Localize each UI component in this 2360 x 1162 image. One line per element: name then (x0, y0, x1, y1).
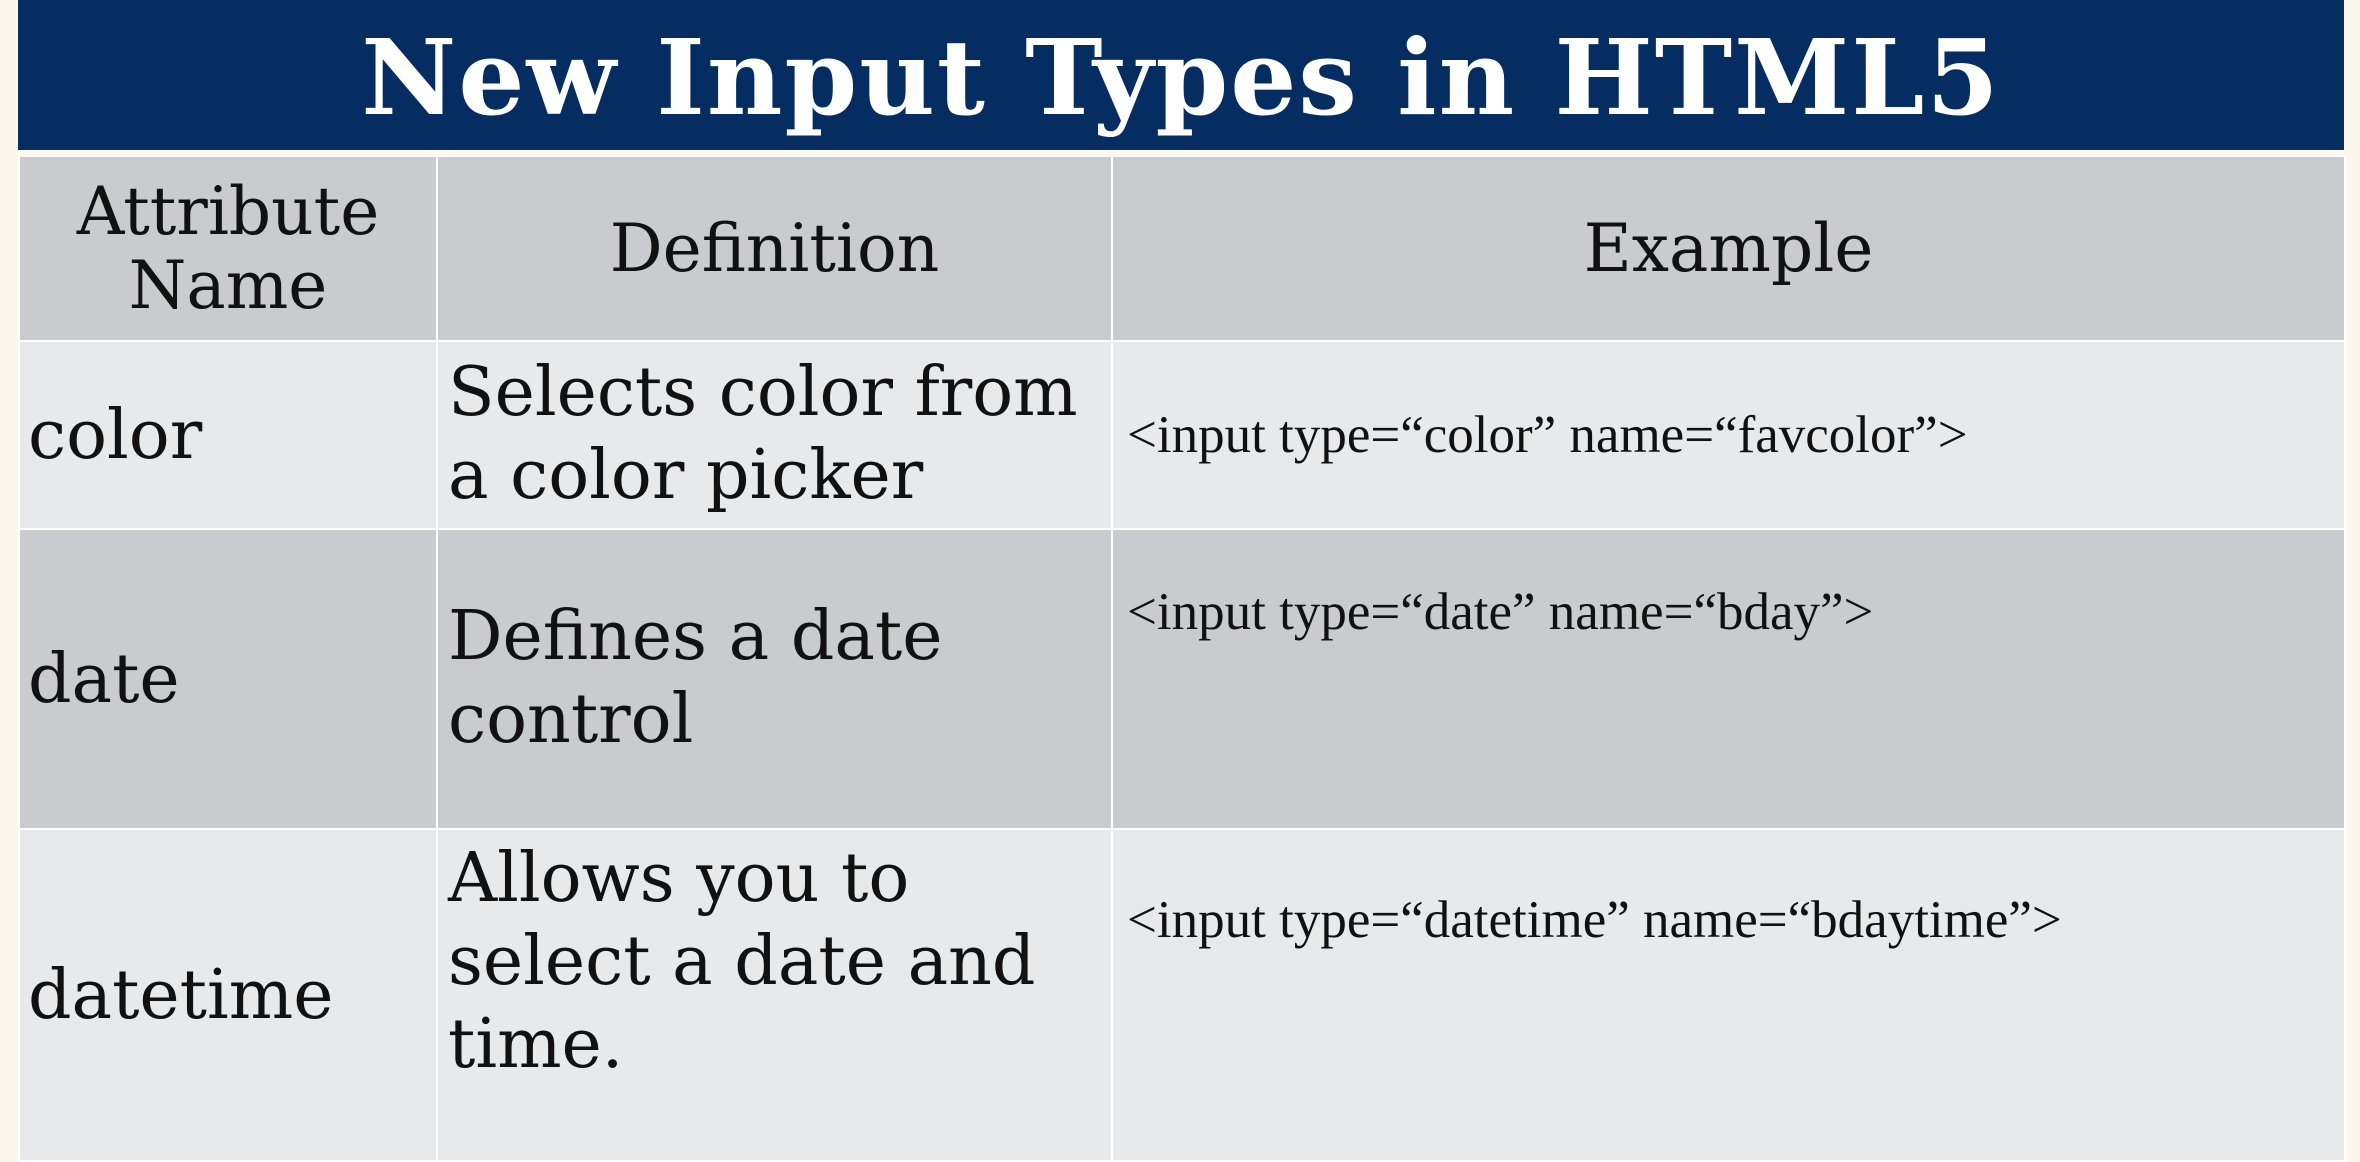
slide: New Input Types in HTML5 Attribute Name … (18, 0, 2346, 1162)
header-definition: Definition (436, 155, 1113, 342)
attribute-name-cell: color (18, 340, 438, 530)
header-attribute-label: Attribute Name (76, 172, 380, 324)
example-cell: <input type=“datetime” name=“bdaytime”> (1111, 828, 2346, 1162)
definition-text: Allows you to select a date and time. (448, 839, 1036, 1084)
example-cell: <input type=“date” name=“bday”> (1111, 528, 2346, 830)
header-example: Example (1111, 155, 2346, 342)
table-row: datetime Allows you to select a date and… (18, 828, 2346, 1162)
attribute-name-cell: date (18, 528, 438, 830)
input-types-table: Attribute Name Definition Example color … (18, 155, 2346, 1162)
attribute-name-cell: datetime (18, 828, 438, 1162)
example-cell: <input type=“color” name=“favcolor”> (1111, 340, 2346, 530)
definition-cell: Defines a date control (436, 528, 1113, 830)
table-header-row: Attribute Name Definition Example (18, 155, 2346, 342)
definition-text: Defines a date control (448, 597, 943, 759)
title-bar: New Input Types in HTML5 (18, 0, 2344, 150)
definition-cell: Allows you to select a date and time. (436, 828, 1113, 1162)
header-attribute-name: Attribute Name (18, 155, 438, 342)
definition-cell: Selects color from a color picker (436, 340, 1113, 530)
table-row: date Defines a date control <input type=… (18, 528, 2346, 830)
slide-title: New Input Types in HTML5 (361, 16, 2001, 139)
table-row: color Selects color from a color picker … (18, 340, 2346, 530)
